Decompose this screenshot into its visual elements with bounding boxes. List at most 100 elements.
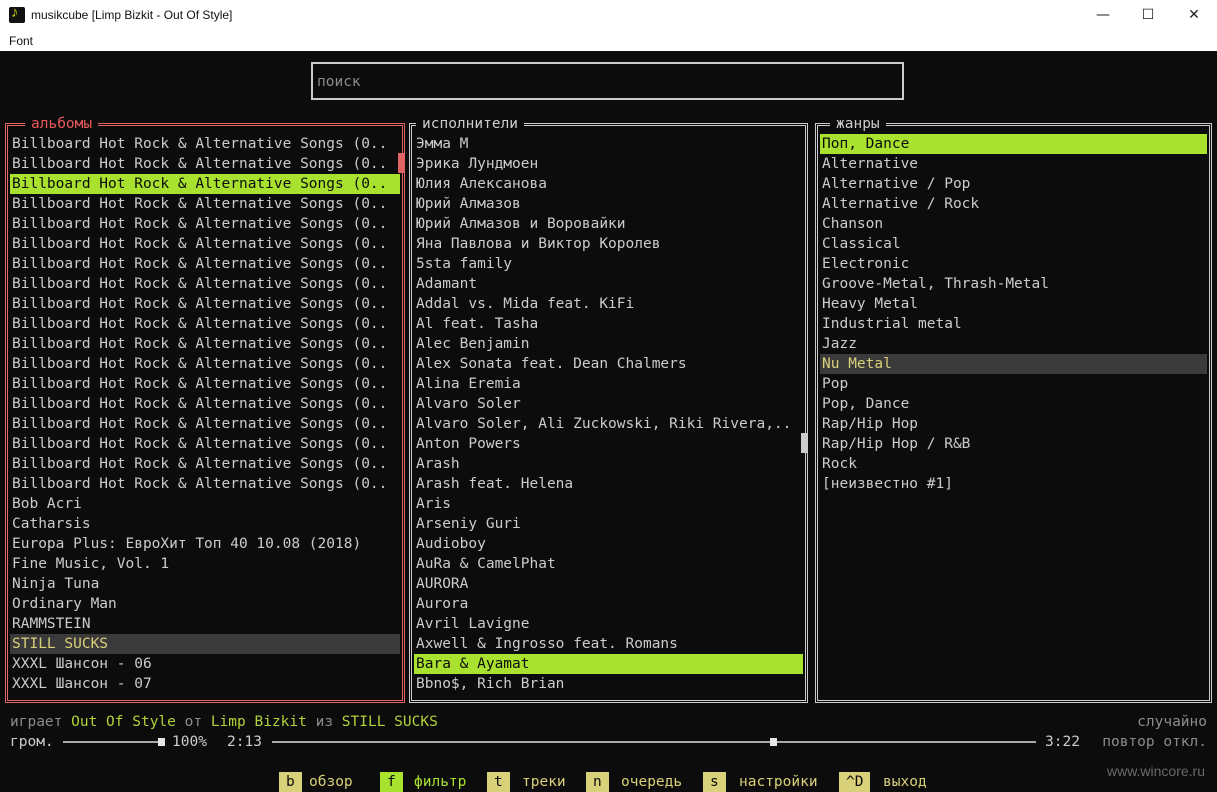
artists-row[interactable]: Alvaro Soler	[414, 394, 803, 414]
genres-row[interactable]: Pop	[820, 374, 1207, 394]
seek-bar[interactable]	[272, 741, 1036, 743]
minimize-button[interactable]: —	[1080, 0, 1126, 30]
genres-row[interactable]: Rock	[820, 454, 1207, 474]
artists-row[interactable]: Avril Lavigne	[414, 614, 803, 634]
albums-row[interactable]: Billboard Hot Rock & Alternative Songs (…	[10, 354, 400, 374]
shortcut-label[interactable]: очередь	[621, 772, 682, 792]
genres-row[interactable]: Alternative / Rock	[820, 194, 1207, 214]
artists-row[interactable]: Bara & Ayamat	[414, 654, 803, 674]
artists-row[interactable]: Addal vs. Mida feat. KiFi	[414, 294, 803, 314]
artists-row[interactable]: Aris	[414, 494, 803, 514]
genres-row[interactable]: Jazz	[820, 334, 1207, 354]
albums-row[interactable]: Billboard Hot Rock & Alternative Songs (…	[10, 134, 400, 154]
artists-scrollbar[interactable]	[801, 433, 808, 453]
albums-row[interactable]: Fine Music, Vol. 1	[10, 554, 400, 574]
shuffle-toggle[interactable]: случайно	[1137, 712, 1207, 732]
artists-row[interactable]: Arash	[414, 454, 803, 474]
maximize-button[interactable]: ☐	[1125, 0, 1171, 30]
artists-list[interactable]: Эмма М Эрика Лундмоен Юлия Алексанова Юрий …	[414, 134, 803, 694]
genres-row[interactable]: Electronic	[820, 254, 1207, 274]
genres-row[interactable]: Heavy Metal	[820, 294, 1207, 314]
artists-row[interactable]: Яна Павлова и Виктор Королев	[414, 234, 803, 254]
shortcut-label[interactable]: фильтр	[414, 772, 466, 792]
genres-row[interactable]: Alternative	[820, 154, 1207, 174]
shortcut-key[interactable]: s	[703, 772, 726, 792]
genres-row[interactable]: Alternative / Pop	[820, 174, 1207, 194]
albums-row[interactable]: Billboard Hot Rock & Alternative Songs (…	[10, 334, 400, 354]
artists-row[interactable]: Audioboy	[414, 534, 803, 554]
shortcut-label[interactable]: обзор	[309, 772, 353, 792]
artists-row[interactable]: Axwell & Ingrosso feat. Romans	[414, 634, 803, 654]
genres-row[interactable]: Поп, Dance	[820, 134, 1207, 154]
albums-row[interactable]: Billboard Hot Rock & Alternative Songs (…	[10, 294, 400, 314]
artists-row[interactable]: Юлия Алексанова	[414, 174, 803, 194]
genres-list[interactable]: Поп, Dance Alternative Alternative / Pop Al…	[820, 134, 1207, 494]
artists-row[interactable]: Alex Sonata feat. Dean Chalmers	[414, 354, 803, 374]
albums-row[interactable]: Billboard Hot Rock & Alternative Songs (…	[10, 394, 400, 414]
shortcut-key[interactable]: t	[487, 772, 510, 792]
albums-row[interactable]: STILL SUCKS	[10, 634, 400, 654]
artists-row[interactable]: Эрика Лундмоен	[414, 154, 803, 174]
shortcut-label[interactable]: выход	[883, 772, 927, 792]
artists-row[interactable]: Bbno$, Rich Brian	[414, 674, 803, 694]
albums-row[interactable]: XXXL Шансон - 07	[10, 674, 400, 694]
shortcut-label[interactable]: треки	[522, 772, 566, 792]
shortcut-label[interactable]: настройки	[739, 772, 818, 792]
shortcut-key[interactable]: ^D	[839, 772, 871, 792]
artists-row[interactable]: Aurora	[414, 594, 803, 614]
close-button[interactable]: ✕	[1171, 0, 1217, 30]
artists-row[interactable]: Arseniy Guri	[414, 514, 803, 534]
albums-row[interactable]: Billboard Hot Rock & Alternative Songs (…	[10, 194, 400, 214]
albums-row[interactable]: Europa Plus: ЕвроХит Топ 40 10.08 (2018)	[10, 534, 400, 554]
artists-row[interactable]: Al feat. Tasha	[414, 314, 803, 334]
albums-row[interactable]: Billboard Hot Rock & Alternative Songs (…	[10, 474, 400, 494]
artists-row[interactable]: Anton Powers	[414, 434, 803, 454]
genres-row[interactable]: Nu Metal	[820, 354, 1207, 374]
artists-row[interactable]: Эмма М	[414, 134, 803, 154]
genres-row[interactable]: Chanson	[820, 214, 1207, 234]
genres-row[interactable]: Rap/Hip Hop	[820, 414, 1207, 434]
volume-knob[interactable]	[158, 738, 165, 746]
genres-row[interactable]: Rap/Hip Hop / R&B	[820, 434, 1207, 454]
albums-row[interactable]: Billboard Hot Rock & Alternative Songs (…	[10, 154, 400, 174]
repeat-toggle[interactable]: повтор откл.	[1102, 732, 1207, 752]
search-box[interactable]: поиск	[311, 62, 904, 100]
artists-row[interactable]: Arash feat. Helena	[414, 474, 803, 494]
albums-row[interactable]: Bob Acri	[10, 494, 400, 514]
albums-row[interactable]: Billboard Hot Rock & Alternative Songs (…	[10, 374, 400, 394]
artists-row[interactable]: Юрий Алмазов и Воровайки	[414, 214, 803, 234]
volume-slider[interactable]	[63, 741, 163, 743]
albums-row[interactable]: RAMMSTEIN	[10, 614, 400, 634]
genres-row[interactable]: [неизвестно #1]	[820, 474, 1207, 494]
shortcut-key[interactable]: f	[380, 772, 403, 792]
artists-row[interactable]: Alina Eremia	[414, 374, 803, 394]
albums-row[interactable]: Ninja Tuna	[10, 574, 400, 594]
albums-row[interactable]: Billboard Hot Rock & Alternative Songs (…	[10, 234, 400, 254]
menu-font[interactable]: Font	[9, 34, 33, 48]
artists-row[interactable]: Alvaro Soler, Ali Zuckowski, Riki Rivera…	[414, 414, 803, 434]
artists-row[interactable]: Adamant	[414, 274, 803, 294]
albums-row[interactable]: Billboard Hot Rock & Alternative Songs (…	[10, 434, 400, 454]
albums-row[interactable]: XXXL Шансон - 06	[10, 654, 400, 674]
artists-row[interactable]: AURORA	[414, 574, 803, 594]
albums-row[interactable]: Catharsis	[10, 514, 400, 534]
albums-row[interactable]: Billboard Hot Rock & Alternative Songs (…	[10, 414, 400, 434]
artists-row[interactable]: AuRa & CamelPhat	[414, 554, 803, 574]
albums-row[interactable]: Billboard Hot Rock & Alternative Songs (…	[10, 214, 400, 234]
shortcut-key[interactable]: n	[586, 772, 609, 792]
albums-row[interactable]: Billboard Hot Rock & Alternative Songs (…	[10, 254, 400, 274]
seek-knob[interactable]	[769, 738, 777, 746]
albums-scrollbar[interactable]	[398, 153, 405, 173]
genres-row[interactable]: Industrial metal	[820, 314, 1207, 334]
shortcut-key[interactable]: b	[279, 772, 302, 792]
albums-list[interactable]: Billboard Hot Rock & Alternative Songs (…	[10, 134, 400, 694]
albums-row[interactable]: Billboard Hot Rock & Alternative Songs (…	[10, 314, 400, 334]
artists-row[interactable]: 5sta family	[414, 254, 803, 274]
genres-row[interactable]: Classical	[820, 234, 1207, 254]
artists-row[interactable]: Alec Benjamin	[414, 334, 803, 354]
genres-row[interactable]: Groove-Metal, Thrash-Metal	[820, 274, 1207, 294]
albums-row[interactable]: Billboard Hot Rock & Alternative Songs (…	[10, 454, 400, 474]
albums-row[interactable]: Billboard Hot Rock & Alternative Songs (…	[10, 174, 400, 194]
artists-row[interactable]: Юрий Алмазов	[414, 194, 803, 214]
albums-row[interactable]: Billboard Hot Rock & Alternative Songs (…	[10, 274, 400, 294]
